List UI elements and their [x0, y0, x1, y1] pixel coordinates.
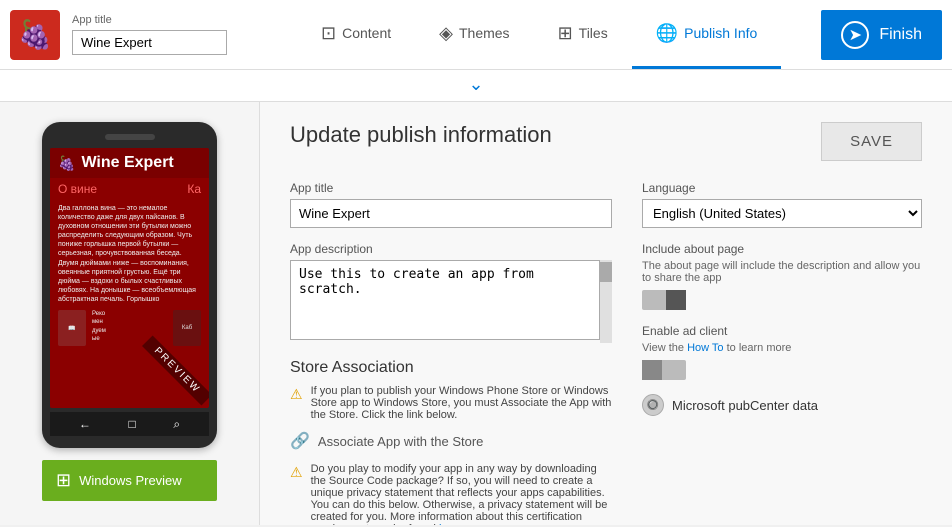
warning-icon-2: ⚠ [290, 464, 303, 481]
associate-label: Associate App with the Store [318, 434, 483, 449]
tiles-icon: ⊞ [558, 23, 573, 44]
panel-title: Update publish information [290, 122, 552, 148]
nav-tabs: ⊡ Content ◈ Themes ⊞ Tiles 🌐 Publish Inf… [257, 0, 821, 69]
tab-themes-label: Themes [459, 25, 510, 41]
content-panel: Update publish information SAVE App titl… [260, 102, 952, 525]
windows-icon: ⊞ [56, 470, 71, 491]
include-about-label: Include about page [642, 242, 922, 256]
tab-tiles-label: Tiles [579, 25, 608, 41]
app-title-input[interactable] [72, 30, 227, 55]
enable-ad-group: Enable ad client View the How To to lear… [642, 324, 922, 380]
ad-view-desc: View the How To to learn more [642, 342, 922, 354]
sub-nav: ⌄ [0, 70, 952, 102]
warning-box-2: ⚠ Do you play to modify your app in any … [290, 463, 612, 525]
warning-box-1: ⚠ If you plan to publish your Windows Ph… [290, 385, 612, 421]
phone-app-header: 🍇 Wine Expert [50, 148, 209, 178]
tab-publish-info[interactable]: 🌐 Publish Info [632, 0, 782, 69]
pubcenter-label: Microsoft pubCenter data [672, 398, 818, 413]
app-title-label: App title [72, 14, 227, 26]
phone-thumb-row: 📖 Рекомендуемые Каб [50, 308, 209, 348]
form-left: App title App description Use this to cr… [290, 181, 612, 525]
pubcenter-icon: 🔘 [642, 394, 664, 416]
phone-nav-bar: ← □ ⌕ [50, 412, 209, 436]
enable-ad-toggle-row [642, 360, 922, 380]
language-label: Language [642, 181, 922, 195]
textarea-wrapper: Use this to create an app from scratch. [290, 260, 612, 343]
app-title-field[interactable] [290, 199, 612, 228]
tab-publish-label: Publish Info [684, 25, 757, 41]
app-title-section: App title [72, 14, 227, 55]
phone-speaker [105, 134, 155, 140]
form-right: Language English (United States) Include… [642, 181, 922, 525]
finish-button[interactable]: ➤ Finish [821, 10, 942, 60]
app-desc-label: App description [290, 242, 612, 256]
chevron-down-icon: ⌄ [468, 74, 483, 95]
phone-grape-icon: 🍇 [58, 155, 75, 172]
toggle-knob-about [666, 290, 686, 310]
include-about-toggle-row [642, 290, 922, 310]
save-button[interactable]: SAVE [821, 122, 922, 161]
app-title-field-label: App title [290, 181, 612, 195]
pubcenter-row: 🔘 Microsoft pubCenter data [642, 394, 922, 416]
phone-app-title: Wine Expert [81, 154, 173, 172]
phone-section1: О вине [58, 182, 97, 196]
textarea-scrollbar[interactable] [600, 260, 612, 343]
content-icon: ⊡ [321, 23, 336, 44]
app-title-group: App title [290, 181, 612, 228]
how-to-link[interactable]: How To [687, 342, 727, 354]
phone-home-btn: □ [129, 417, 136, 431]
app-logo: 🍇 [10, 10, 60, 60]
app-desc-group: App description Use this to create an ap… [290, 242, 612, 343]
panel-header: Update publish information SAVE [290, 122, 922, 161]
link-icon: 🔗 [290, 431, 310, 451]
tab-themes[interactable]: ◈ Themes [415, 0, 533, 69]
logo-grape-icon: 🍇 [18, 18, 53, 51]
windows-preview-button[interactable]: ⊞ Windows Preview [42, 460, 217, 501]
phone-section2: Ка [187, 182, 201, 196]
enable-ad-label: Enable ad client [642, 324, 922, 338]
toggle-knob-ad [642, 360, 662, 380]
here-link[interactable]: here. [439, 523, 464, 525]
include-about-group: Include about page The about page will i… [642, 242, 922, 310]
associate-link[interactable]: 🔗 Associate App with the Store [290, 431, 612, 451]
tab-content[interactable]: ⊡ Content [297, 0, 415, 69]
warning-text-2: Do you play to modify your app in any wa… [311, 463, 612, 525]
phone-mockup: 🍇 Wine Expert О вине Ка Два галлона вина… [42, 122, 217, 448]
windows-preview-label: Windows Preview [79, 473, 182, 488]
phone-thumb-2: Каб [173, 310, 201, 346]
warning-icon-1: ⚠ [290, 386, 303, 403]
store-section: Store Association ⚠ If you plan to publi… [290, 359, 612, 525]
themes-icon: ◈ [439, 23, 453, 44]
tab-content-label: Content [342, 25, 391, 41]
form-section: App title App description Use this to cr… [290, 181, 922, 525]
finish-arrow-icon: ➤ [841, 21, 869, 49]
phone-thumb-1: 📖 [58, 310, 86, 346]
phone-content: Два галлона вина — это немалое количеств… [50, 200, 209, 308]
enable-ad-toggle[interactable] [642, 360, 686, 380]
phone-search-btn: ⌕ [173, 417, 180, 432]
tab-tiles[interactable]: ⊞ Tiles [534, 0, 632, 69]
phone-back-btn: ← [79, 417, 91, 431]
phone-section-header: О вине Ка [50, 178, 209, 200]
publish-icon: 🌐 [656, 23, 678, 44]
phone-screen: 🍇 Wine Expert О вине Ка Два галлона вина… [50, 148, 209, 408]
include-about-toggle[interactable] [642, 290, 686, 310]
sidebar: 🍇 Wine Expert О вине Ка Два галлона вина… [0, 102, 260, 525]
language-group: Language English (United States) [642, 181, 922, 228]
finish-label: Finish [879, 26, 922, 44]
warning-text-1: If you plan to publish your Windows Phon… [311, 385, 612, 421]
include-about-desc: The about page will include the descript… [642, 260, 922, 284]
language-select[interactable]: English (United States) [642, 199, 922, 228]
app-desc-field[interactable]: Use this to create an app from scratch. [290, 260, 600, 340]
top-bar: 🍇 App title ⊡ Content ◈ Themes ⊞ Tiles 🌐… [0, 0, 952, 70]
scrollbar-thumb [600, 262, 612, 282]
main-content: 🍇 Wine Expert О вине Ка Два галлона вина… [0, 102, 952, 525]
store-title: Store Association [290, 359, 612, 377]
